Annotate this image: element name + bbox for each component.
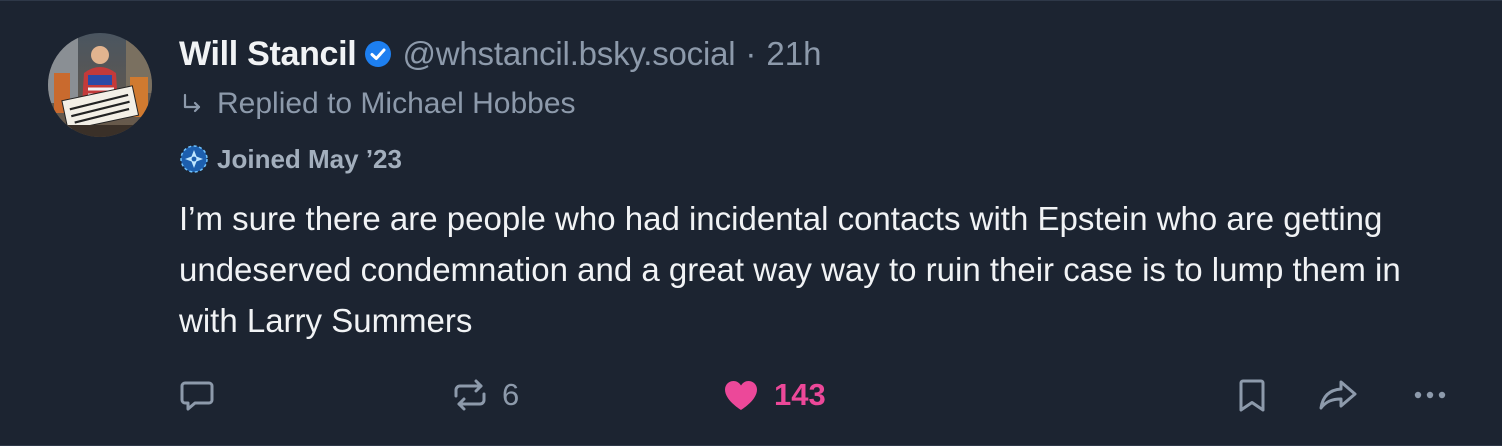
- repost-count: 6: [502, 377, 520, 412]
- post-actions: 6 143: [176, 371, 1466, 419]
- post-header: Will Stancil @whstancil.bsky.social · 21…: [179, 31, 1462, 77]
- more-dots-icon: [1414, 391, 1446, 399]
- reply-context[interactable]: Replied to Michael Hobbes: [179, 79, 1462, 129]
- separator-dot: ·: [745, 35, 757, 72]
- author-avatar[interactable]: [48, 33, 152, 137]
- share-button[interactable]: [1316, 371, 1360, 419]
- avatar-photo: [48, 33, 152, 137]
- more-options-button[interactable]: [1408, 371, 1452, 419]
- bookmark-button[interactable]: [1232, 371, 1272, 419]
- new-account-icon: [180, 145, 208, 173]
- repost-icon: [454, 379, 486, 411]
- post-timestamp[interactable]: 21h: [766, 35, 821, 73]
- like-count: 143: [774, 377, 826, 412]
- reply-arrow-icon: [183, 93, 201, 113]
- share-arrow-icon: [1319, 380, 1357, 410]
- repost-button[interactable]: 6: [450, 371, 519, 419]
- reply-to-label: Replied to Michael Hobbes: [217, 87, 576, 120]
- author-handle[interactable]: @whstancil.bsky.social: [402, 35, 735, 73]
- heart-icon: [725, 381, 757, 410]
- like-button[interactable]: 143: [720, 371, 826, 419]
- verified-check-icon[interactable]: [364, 40, 392, 68]
- post-card[interactable]: Will Stancil @whstancil.bsky.social · 21…: [0, 0, 1502, 446]
- joined-label: Joined May ’23: [217, 143, 402, 174]
- comment-bubble-icon: [180, 381, 214, 411]
- bookmark-icon: [1239, 379, 1265, 412]
- post-content: Will Stancil @whstancil.bsky.social · 21…: [179, 31, 1462, 346]
- post-body-text: I’m sure there are people who had incide…: [179, 200, 1401, 339]
- joined-badge: Joined May ’23: [179, 137, 1462, 181]
- author-display-name[interactable]: Will Stancil: [179, 35, 357, 74]
- reply-button[interactable]: [176, 371, 230, 419]
